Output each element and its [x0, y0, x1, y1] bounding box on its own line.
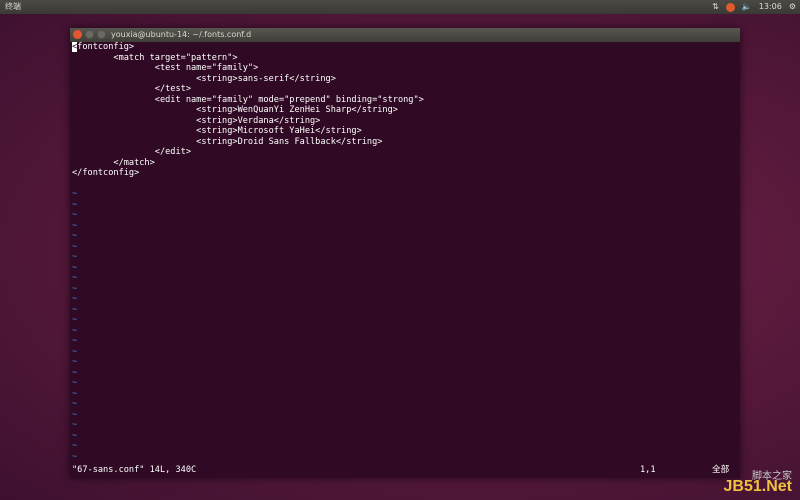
empty-line-marker: ~ — [72, 210, 78, 220]
terminal-content[interactable]: <fontconfig> <match target="pattern"> <t… — [72, 42, 740, 478]
empty-line-marker: ~ — [72, 430, 78, 441]
empty-line-marker: ~ — [72, 451, 78, 462]
empty-line-marker: ~ — [72, 199, 78, 210]
empty-line-marker: ~ — [72, 441, 78, 451]
editor-line: </edit> — [72, 147, 191, 157]
notification-icon[interactable] — [725, 2, 735, 12]
empty-line-marker: ~ — [72, 420, 78, 430]
window-titlebar[interactable]: youxia@ubuntu-14: ~/.fonts.conf.d — [70, 28, 740, 42]
editor-line: </match> — [72, 157, 155, 168]
editor-line: <string>Droid Sans Fallback</string> — [72, 136, 383, 147]
status-scroll-percent: 全部 — [712, 465, 730, 475]
system-tray: ⇅ 🔈 13:06 ⚙ — [712, 0, 796, 14]
editor-line: <string>Microsoft YaHei</string> — [72, 126, 362, 136]
site-watermark: 脚本之家 JB51.Net — [724, 471, 792, 496]
empty-line-marker: ~ — [72, 283, 78, 294]
empty-line-marker: ~ — [72, 325, 78, 336]
empty-line-marker: ~ — [72, 388, 78, 399]
empty-line-marker: ~ — [72, 262, 78, 273]
vim-status-line: "67-sans.conf" 14L, 340C 1,1 全部 — [72, 465, 740, 476]
status-cursor-position: 1,1 — [640, 465, 656, 475]
network-icon[interactable]: ⇅ — [712, 0, 719, 14]
editor-line: </test> — [72, 84, 191, 94]
empty-line-marker: ~ — [72, 346, 78, 357]
top-panel: 终端 ⇅ 🔈 13:06 ⚙ — [0, 0, 800, 14]
active-app-name[interactable]: 终端 — [5, 0, 21, 14]
empty-line-marker: ~ — [72, 304, 78, 315]
empty-line-marker: ~ — [72, 357, 78, 367]
settings-icon[interactable]: ⚙ — [789, 0, 796, 14]
editor-line: <test name="family"> — [72, 63, 259, 73]
maximize-button[interactable] — [97, 30, 106, 39]
editor-line: <string>WenQuanYi ZenHei Sharp</string> — [72, 105, 398, 115]
empty-line-marker: ~ — [72, 231, 78, 241]
empty-line-marker: ~ — [72, 336, 78, 346]
empty-line-marker: ~ — [72, 241, 78, 252]
empty-line-marker: ~ — [72, 399, 78, 409]
empty-line-marker: ~ — [72, 273, 78, 283]
editor-line: <string>Verdana</string> — [72, 115, 321, 126]
editor-line: <string>sans-serif</string> — [72, 73, 336, 84]
empty-line-marker: ~ — [72, 315, 78, 325]
watermark-subtext: 脚本之家 — [752, 471, 792, 482]
empty-line-marker: ~ — [72, 378, 78, 388]
close-button[interactable] — [73, 30, 82, 39]
terminal-window: youxia@ubuntu-14: ~/.fonts.conf.d <fontc… — [70, 28, 740, 478]
editor-line: <fontconfig> — [72, 42, 740, 53]
empty-line-marker: ~ — [72, 252, 78, 262]
editor-line: </fontconfig> — [72, 168, 140, 178]
editor-line: <match target="pattern"> — [72, 52, 238, 63]
status-file-info: "67-sans.conf" 14L, 340C — [72, 465, 197, 475]
minimize-button[interactable] — [85, 30, 94, 39]
empty-line-marker: ~ — [72, 409, 78, 420]
editor-line-text: fontconfig> — [77, 42, 135, 52]
empty-line-marker: ~ — [72, 367, 78, 378]
empty-line-marker: ~ — [72, 220, 78, 231]
editor-line: <edit name="family" mode="prepend" bindi… — [72, 94, 424, 105]
clock[interactable]: 13:06 — [759, 0, 782, 14]
empty-line-marker: ~ — [72, 294, 78, 304]
window-title: youxia@ubuntu-14: ~/.fonts.conf.d — [111, 30, 252, 39]
empty-line-marker: ~ — [72, 189, 78, 199]
volume-icon[interactable]: 🔈 — [742, 0, 752, 14]
